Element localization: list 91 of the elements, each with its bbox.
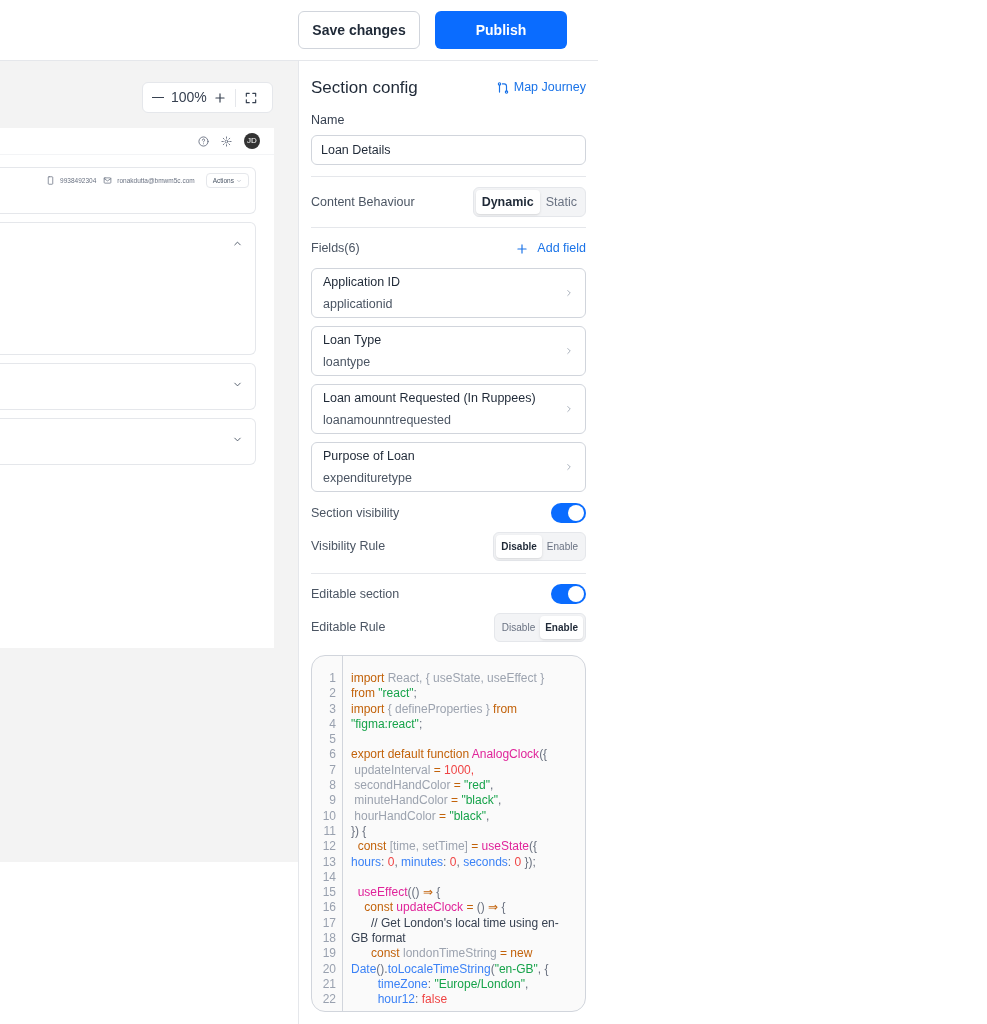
code-line: export default function AnalogClock({ <box>351 747 549 763</box>
code-line: const [time, setTime] = useState({ <box>356 839 538 855</box>
field-card[interactable]: Loan amount Requested (In Ruppees) loanamounntrequested <box>311 384 586 434</box>
toggle-switch[interactable] <box>551 584 586 604</box>
code-line: hourHandColor = "black", <box>353 808 491 824</box>
field-name: Purpose of Loan <box>323 447 415 465</box>
add-field-button[interactable]: Add field <box>515 239 586 258</box>
code-line: const updateClock = () ⇒ { <box>363 900 507 916</box>
code-line: updateInterval = 1000, <box>353 762 476 779</box>
line-number: 12 <box>322 839 336 855</box>
avatar[interactable]: JD <box>244 133 260 149</box>
code-line: const londonTimeString = new <box>370 946 534 962</box>
line-number: 7 <box>329 762 336 779</box>
minus-icon[interactable] <box>152 96 164 99</box>
code-line: minuteHandColor = "black", <box>353 793 503 809</box>
chevron-right-icon <box>564 404 574 414</box>
code-line: useEffect(() ⇒ { <box>356 885 442 901</box>
field-key: loantype <box>323 352 382 372</box>
segment-tab[interactable]: Disable <box>496 616 541 639</box>
code-line: hour12: false <box>376 992 449 1008</box>
line-number: 22 <box>322 992 336 1008</box>
phone-icon <box>46 176 56 185</box>
field-name: Application ID <box>323 273 401 291</box>
chevron-right-icon <box>564 288 574 298</box>
code-line: GB format <box>351 931 407 947</box>
code-line: from "react"; <box>351 686 418 702</box>
line-number: 16 <box>322 900 336 916</box>
field-name: Loan Type <box>323 331 382 349</box>
line-number: 6 <box>329 747 336 763</box>
chevron-right-icon <box>564 462 574 472</box>
name-field[interactable]: Loan Details <box>311 135 586 166</box>
code-line: import { defineProperties } from <box>351 701 519 717</box>
code-line: import React, { useState, useEffect } <box>351 671 546 687</box>
field-label: Content Behaviour <box>311 193 415 211</box>
code-line: }) { <box>351 823 368 840</box>
setting-label: Visibility Rule <box>311 538 386 556</box>
line-number: 18 <box>322 931 336 947</box>
code-line: // Get London's local time using en- <box>370 915 559 932</box>
code-line: hours: 0, minutes: 0, seconds: 0 }); <box>351 854 537 870</box>
line-number: 5 <box>329 732 336 748</box>
segment-tab[interactable]: Disable <box>496 535 542 558</box>
field-key: applicationid <box>323 294 401 314</box>
line-number: 17 <box>322 915 336 932</box>
segment-tab[interactable]: Static <box>539 190 583 215</box>
save-button[interactable]: Save changes <box>298 11 420 49</box>
setting-label: Editable Rule <box>311 619 386 637</box>
line-number: 20 <box>322 961 336 977</box>
chevron-right-icon <box>564 346 574 356</box>
panel-title: Section config <box>311 77 418 99</box>
code-line: Date().toLocaleTimeString("en-GB", { <box>351 961 550 977</box>
fullscreen-icon <box>243 90 258 105</box>
segment-tab[interactable]: Enable <box>541 535 583 558</box>
segment-tab[interactable]: Enable <box>540 616 583 639</box>
code-line: timeZone: "Europe/London", <box>376 976 530 993</box>
code-line: "figma:react"; <box>351 716 424 733</box>
line-number: 11 <box>323 823 336 840</box>
field-key: expendituretype <box>323 468 415 488</box>
line-number: 15 <box>322 885 336 901</box>
zoom-level: 100% <box>171 88 207 107</box>
setting-label: Section visibility <box>311 504 400 522</box>
line-number: 19 <box>322 946 336 962</box>
plus-icon <box>212 90 227 105</box>
plus-icon <box>515 241 530 256</box>
line-number: 8 <box>329 778 336 794</box>
fields-heading: Fields(6) <box>311 240 360 258</box>
field-label: Name <box>311 111 346 129</box>
line-number: 3 <box>329 701 336 717</box>
line-number: 14 <box>322 869 336 886</box>
line-number: 1 <box>329 671 336 687</box>
line-number: 13 <box>322 854 336 870</box>
segment-tab[interactable]: Dynamic <box>475 190 540 215</box>
map-journey-link[interactable]: Map Journey <box>495 78 586 98</box>
help-icon <box>198 135 209 147</box>
line-number: 9 <box>329 793 336 809</box>
publish-button[interactable]: Publish <box>435 11 567 49</box>
line-number: 21 <box>322 976 336 993</box>
setting-label: Editable section <box>311 585 400 603</box>
mail-icon <box>103 176 113 185</box>
line-number: 4 <box>329 716 336 733</box>
branch-icon <box>495 80 510 95</box>
line-number: 2 <box>329 686 336 702</box>
settings-icon <box>221 135 232 147</box>
field-card[interactable]: Purpose of Loan expendituretype <box>311 442 586 492</box>
field-card[interactable]: Application ID applicationid <box>311 268 586 318</box>
field-card[interactable]: Loan Type loantype <box>311 326 586 376</box>
field-name: Loan amount Requested (In Ruppees) <box>323 389 536 407</box>
code-line: secondHandColor = "red", <box>353 778 495 794</box>
chevron-down-icon <box>236 177 242 184</box>
toggle-switch[interactable] <box>551 503 586 523</box>
field-key: loanamounntrequested <box>323 410 536 430</box>
line-number: 10 <box>322 808 336 824</box>
